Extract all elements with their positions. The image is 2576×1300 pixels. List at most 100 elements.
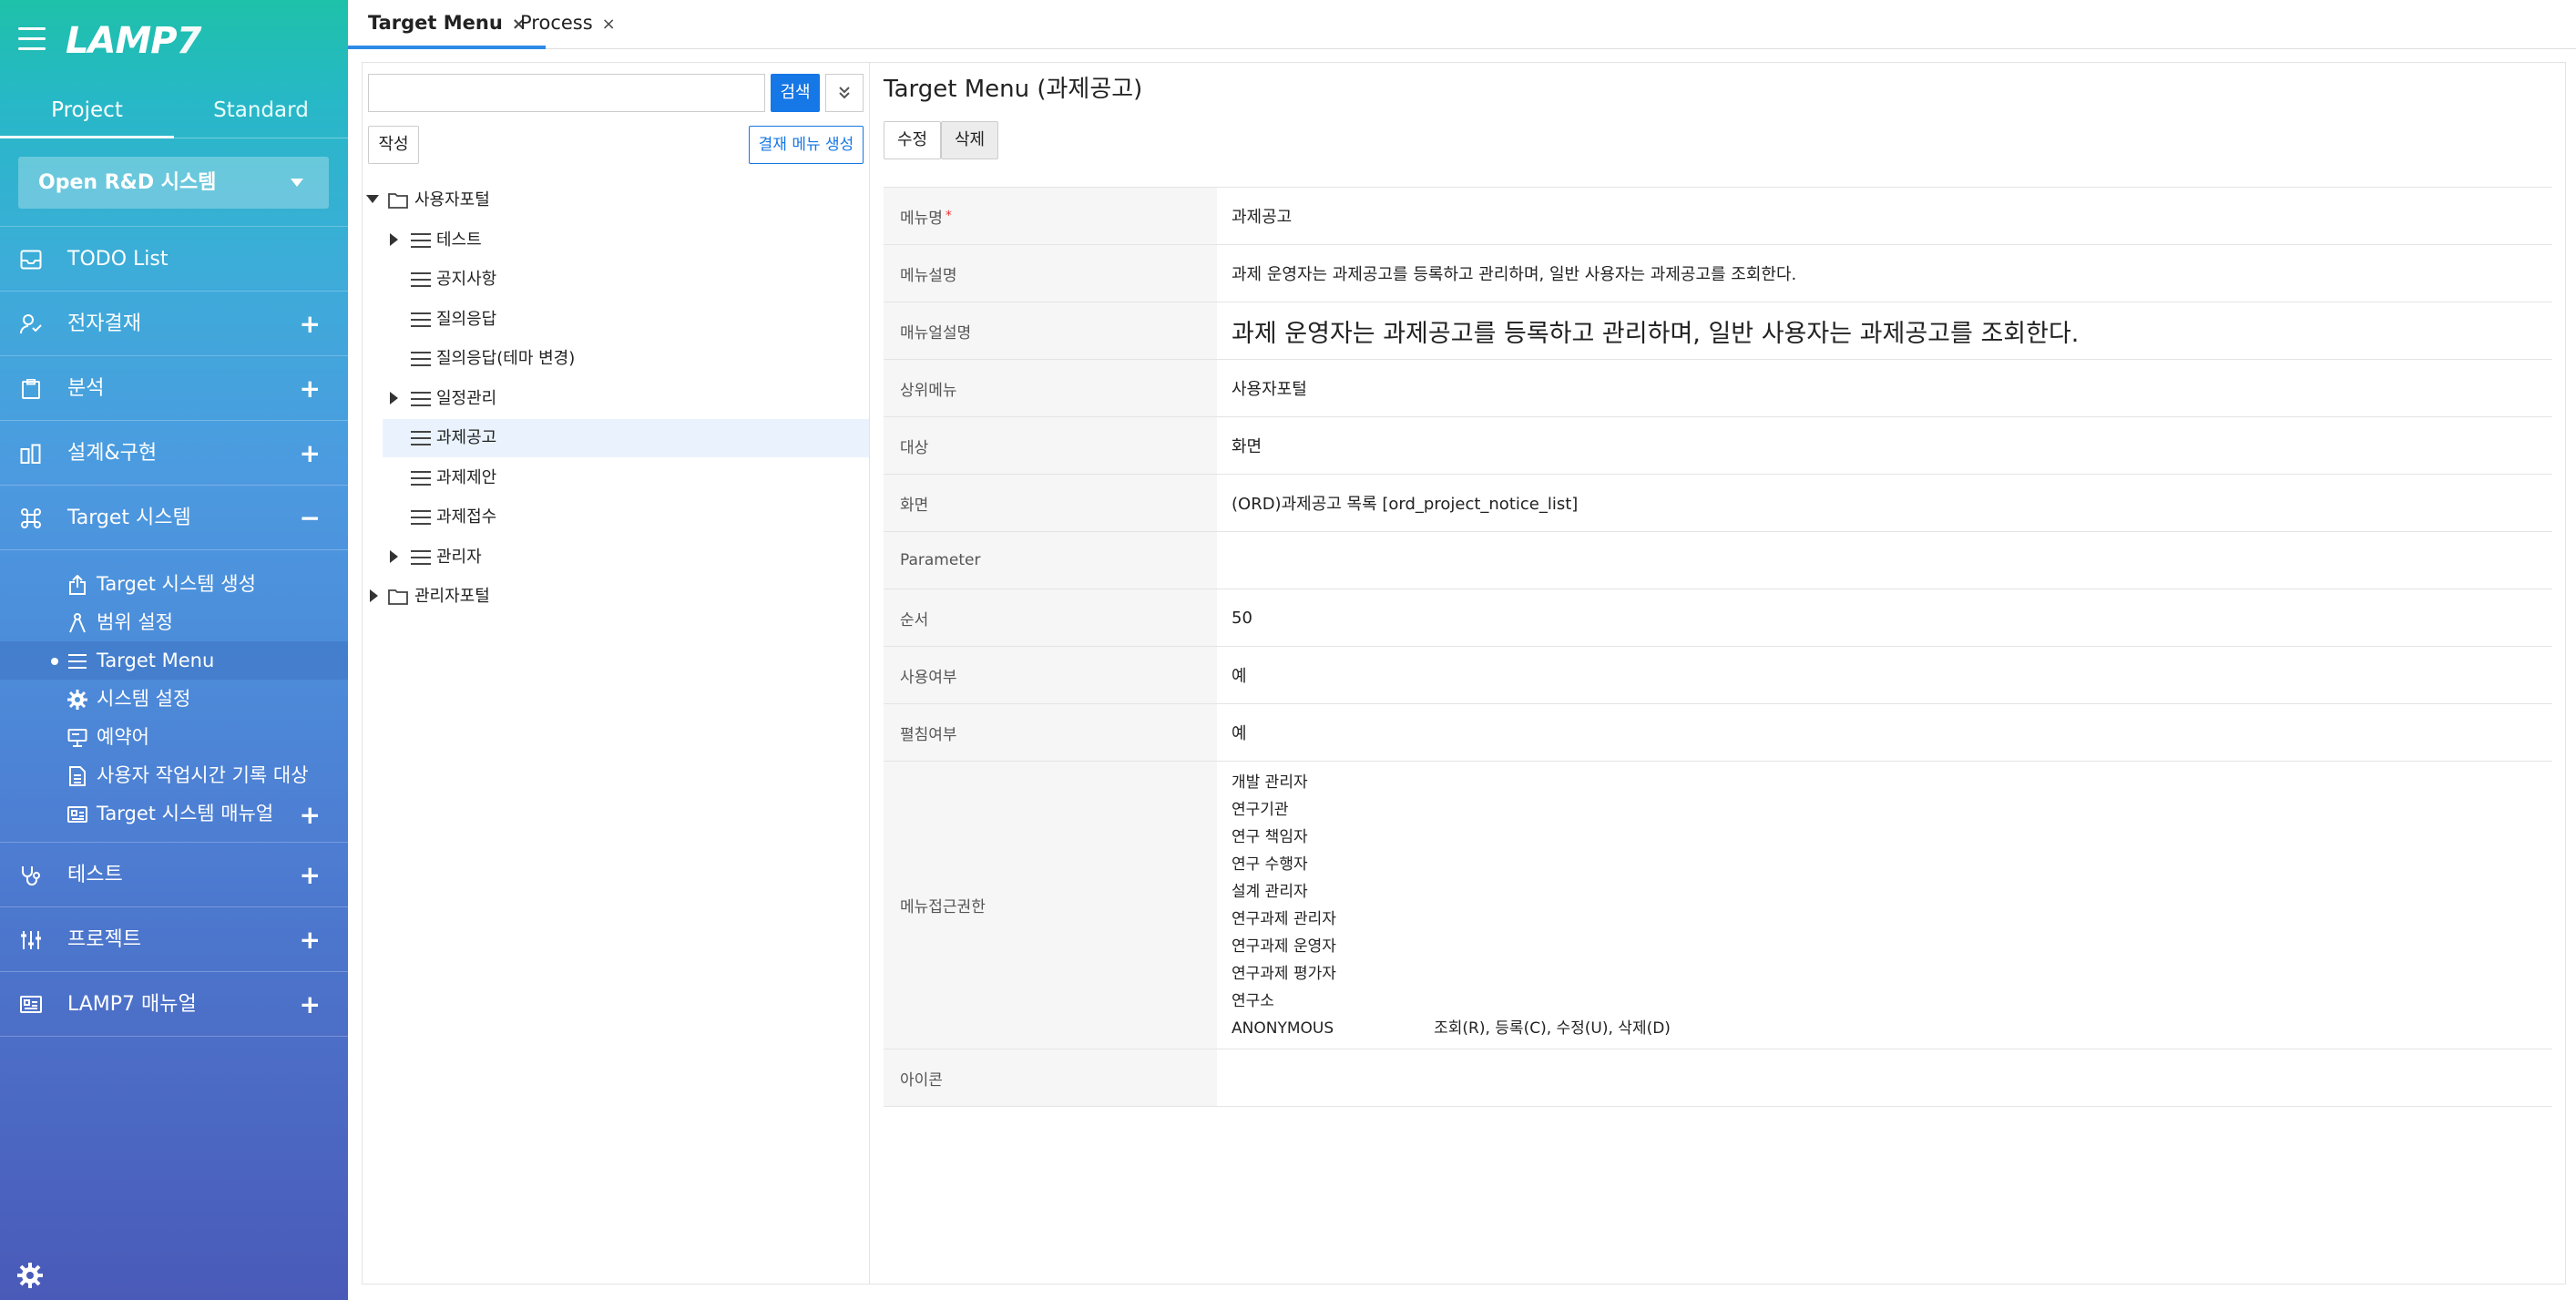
folder-icon — [388, 193, 408, 209]
sidebar-item-label: TODO List — [67, 248, 169, 271]
clipboard-icon — [22, 379, 40, 399]
sidebar-subitem-target-manual[interactable]: Target 시스템 매뉴얼 + — [0, 794, 348, 833]
manual-icon — [20, 996, 42, 1013]
expand-plus-icon[interactable]: + — [300, 376, 321, 402]
tree-node-label: 사용자포털 — [414, 190, 490, 210]
menu-list-icon — [411, 272, 431, 287]
collapse-minus-icon[interactable]: − — [300, 506, 321, 531]
tab-bar: Target Menu × Process × — [348, 0, 2576, 49]
role-item-anonymous: ANONYMOUS 조회(R), 등록(C), 수정(U), 삭제(D) — [1232, 1019, 1671, 1038]
caret-right-icon[interactable] — [390, 233, 398, 246]
tree-node[interactable]: 관리자 — [363, 538, 869, 577]
sidebar-subitem-label: Target 시스템 생성 — [97, 573, 256, 595]
tree-node[interactable]: 일정관리 — [363, 380, 869, 418]
sidebar-item-target-system[interactable]: Target 시스템 − — [0, 485, 348, 549]
detail-value — [1217, 1049, 2552, 1106]
delete-button[interactable]: 삭제 — [941, 121, 999, 159]
sidebar-item-design[interactable]: 설계&구현 + — [0, 420, 348, 485]
generate-approval-menu-button[interactable]: 결재 메뉴 생성 — [749, 126, 864, 164]
sidebar-subitem-worktime[interactable]: 사용자 작업시간 기록 대상 — [0, 756, 348, 794]
expand-plus-icon[interactable]: + — [300, 441, 321, 466]
role-item: 개발 관리자 — [1232, 773, 1308, 792]
tree-node[interactable]: 관리자포털 — [363, 578, 869, 616]
expand-plus-icon[interactable]: + — [300, 863, 321, 888]
gear-icon — [67, 690, 87, 710]
tree-node[interactable]: 공지사항 — [363, 261, 869, 299]
expand-plus-icon[interactable]: + — [300, 992, 321, 1018]
tree-node[interactable]: 과제제안 — [363, 459, 869, 497]
tree-node[interactable]: 질의응답 — [363, 301, 869, 339]
caret-right-icon[interactable] — [390, 550, 398, 563]
search-button[interactable]: 검색 — [771, 74, 820, 112]
sidebar-subitem-target-menu[interactable]: Target Menu — [0, 641, 348, 680]
role-item: 설계 관리자 — [1232, 883, 1308, 901]
detail-row: 메뉴명 * 과제공고 — [884, 188, 2552, 245]
sidebar-item-approval[interactable]: 전자결재 + — [0, 291, 348, 355]
caret-right-icon[interactable] — [370, 589, 378, 602]
sidebar-subitem-label: 범위 설정 — [97, 611, 173, 633]
detail-row: 펼침여부 예 — [884, 704, 2552, 762]
sidebar-subitem-label: 시스템 설정 — [97, 688, 191, 710]
sidebar-header: LAMP7 — [0, 0, 348, 87]
tree-node[interactable]: 과제접수 — [363, 498, 869, 537]
sidebar-item-todo[interactable]: TODO List — [0, 226, 348, 291]
user-approval-icon — [20, 314, 42, 334]
tab-standard[interactable]: Standard — [174, 87, 348, 138]
detail-key: 대상 — [884, 417, 1217, 474]
detail-row: 화면 (ORD)과제공고 목록 [ord_project_notice_list… — [884, 475, 2552, 532]
sidebar-subitem-reserved-words[interactable]: 예약어 — [0, 718, 348, 756]
tree-node-label: 관리자 — [436, 548, 482, 567]
sidebar-subitem-scope[interactable]: 범위 설정 — [0, 603, 348, 641]
expand-all-button[interactable] — [825, 74, 864, 112]
detail-value: 화면 — [1232, 437, 1262, 456]
tree-node[interactable]: 테스트 — [363, 221, 869, 260]
tree-node-label: 질의응답(테마 변경) — [436, 349, 576, 368]
sidebar-item-label: Target 시스템 — [67, 507, 191, 529]
expand-plus-icon[interactable]: + — [300, 800, 321, 830]
edit-button[interactable]: 수정 — [884, 121, 942, 159]
tree-node-label: 공지사항 — [436, 270, 497, 289]
tab-project[interactable]: Project — [0, 87, 174, 138]
tree-node[interactable]: 사용자포털 — [363, 181, 869, 220]
content-frame: 검색 작성 결재 메뉴 생성 사용자포털 테스트 공지사항 질의응답 질의응답(… — [362, 62, 2566, 1285]
role-item: 연구 책임자 — [1232, 828, 1308, 846]
detail-value: 과제 운영자는 과제공고를 등록하고 관리하며, 일반 사용자는 과제공고를 조… — [1232, 265, 1797, 284]
tree-node[interactable]: 질의응답(테마 변경) — [363, 340, 869, 378]
sidebar-item-test[interactable]: 테스트 + — [0, 842, 348, 906]
settings-gear-icon[interactable] — [16, 1262, 44, 1289]
sidebar-tabs: Project Standard — [0, 87, 348, 138]
detail-row: 대상 화면 — [884, 417, 2552, 475]
write-button[interactable]: 작성 — [368, 126, 419, 164]
tree-node-label: 과제공고 — [436, 428, 497, 447]
menu-list-icon — [411, 471, 431, 486]
menu-tree-panel: 검색 작성 결재 메뉴 생성 사용자포털 테스트 공지사항 질의응답 질의응답(… — [363, 63, 870, 1284]
caret-down-icon[interactable] — [366, 195, 379, 203]
search-input[interactable] — [368, 74, 765, 112]
project-select[interactable]: Open R&D 시스템 — [18, 157, 329, 209]
sidebar-subitem-target-create[interactable]: Target 시스템 생성 — [0, 565, 348, 603]
detail-row: 아이콘 — [884, 1049, 2552, 1107]
hamburger-menu-icon[interactable] — [18, 27, 46, 51]
sidebar-nav: TODO List 전자결재 + 분석 + 설계&구현 + Target 시스템… — [0, 226, 348, 1037]
tab-process[interactable]: Process × — [500, 0, 636, 49]
expand-plus-icon[interactable]: + — [300, 927, 321, 953]
document-icon — [69, 766, 86, 786]
sidebar-subitem-label: 예약어 — [97, 726, 149, 748]
detail-key: 메뉴접근권한 — [884, 762, 1217, 1049]
stethoscope-icon — [22, 866, 40, 885]
sidebar-item-lamp7-manual[interactable]: LAMP7 매뉴얼 + — [0, 971, 348, 1036]
menu-list-icon — [411, 392, 431, 406]
detail-key: 아이콘 — [884, 1049, 1217, 1106]
sidebar-item-analysis[interactable]: 분석 + — [0, 355, 348, 420]
caret-right-icon[interactable] — [390, 392, 398, 404]
close-icon[interactable]: × — [602, 15, 616, 34]
list-icon — [68, 654, 87, 669]
tree-node-selected[interactable]: 과제공고 — [383, 419, 869, 457]
expand-plus-icon[interactable]: + — [300, 312, 321, 337]
menu-list-icon — [411, 233, 431, 248]
menu-list-icon — [411, 312, 431, 327]
sidebar-item-label: 전자결재 — [67, 312, 141, 335]
sidebar-item-project[interactable]: 프로젝트 + — [0, 906, 348, 971]
detail-value: 예 — [1232, 724, 1247, 743]
sidebar-subitem-system-settings[interactable]: 시스템 설정 — [0, 680, 348, 718]
